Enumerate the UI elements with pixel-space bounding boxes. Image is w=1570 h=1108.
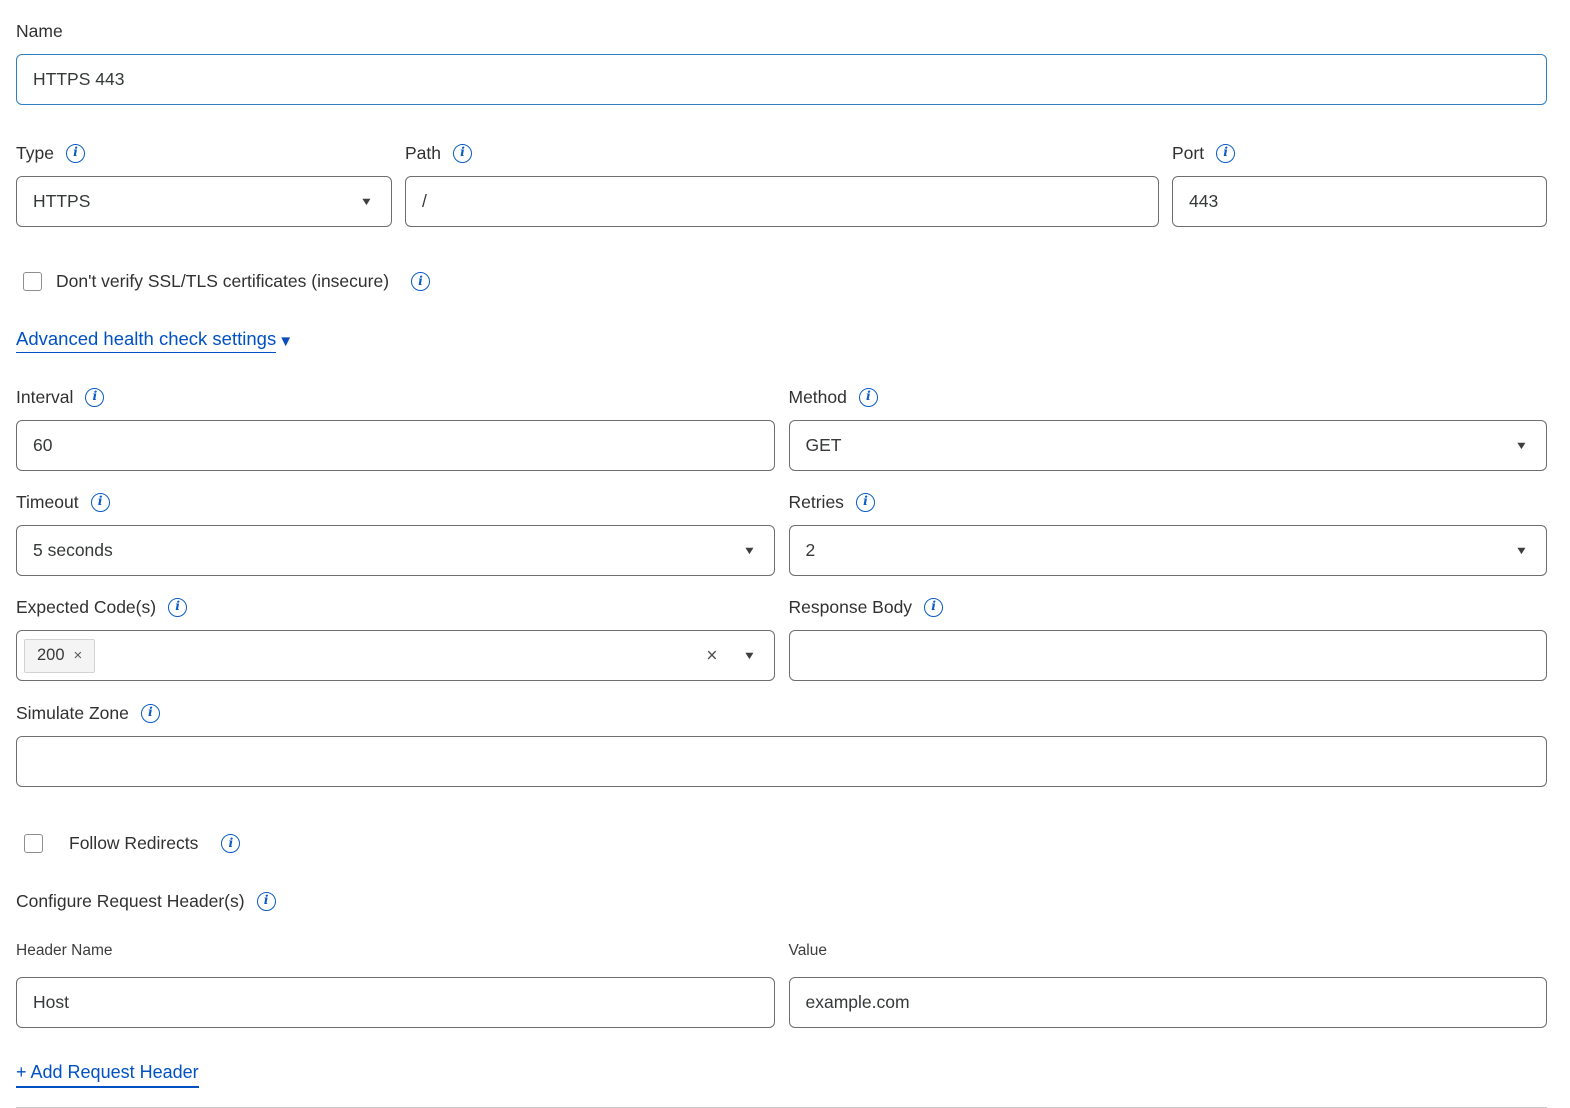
- expected-codes-info-icon[interactable]: i: [168, 598, 187, 617]
- interval-field: Interval i: [16, 386, 775, 471]
- type-select-value: HTTPS: [33, 191, 90, 212]
- clear-all-icon[interactable]: ×: [706, 646, 717, 665]
- path-input[interactable]: [405, 176, 1159, 227]
- method-field: Method i GET ▼: [789, 386, 1548, 471]
- retries-label-text: Retries: [789, 491, 844, 513]
- type-select[interactable]: HTTPS ▼: [16, 176, 392, 227]
- chevron-down-icon: ▼: [1515, 545, 1529, 557]
- path-label: Path i: [405, 142, 1159, 164]
- interval-label-text: Interval: [16, 386, 73, 408]
- follow-redirects-row: Follow Redirects i: [16, 833, 1547, 854]
- ssl-verify-row: Don't verify SSL/TLS certificates (insec…: [16, 271, 1547, 292]
- expected-codes-multiselect[interactable]: 200 × × ▼: [16, 630, 775, 681]
- follow-redirects-info-icon[interactable]: i: [221, 834, 240, 853]
- interval-label: Interval i: [16, 386, 775, 408]
- timeout-info-icon[interactable]: i: [91, 493, 110, 512]
- advanced-settings-link[interactable]: Advanced health check settings ▼: [16, 328, 293, 353]
- ssl-verify-info-icon[interactable]: i: [411, 272, 430, 291]
- tag-remove-icon[interactable]: ×: [74, 648, 83, 663]
- header-value-field: Value: [789, 941, 1548, 1028]
- response-body-label: Response Body i: [789, 596, 1548, 618]
- type-field: Type i HTTPS ▼: [16, 142, 392, 227]
- port-label-text: Port: [1172, 142, 1204, 164]
- port-field: Port i: [1172, 142, 1547, 227]
- type-label-text: Type: [16, 142, 54, 164]
- timeout-label-text: Timeout: [16, 491, 79, 513]
- timeout-select[interactable]: 5 seconds ▼: [16, 525, 775, 576]
- ssl-verify-checkbox[interactable]: [23, 272, 42, 291]
- name-label: Name: [16, 20, 1547, 42]
- follow-redirects-checkbox[interactable]: [24, 834, 43, 853]
- method-select[interactable]: GET ▼: [789, 420, 1548, 471]
- path-info-icon[interactable]: i: [453, 144, 472, 163]
- timeout-select-value: 5 seconds: [33, 540, 113, 561]
- triangle-down-icon: ▼: [278, 333, 293, 350]
- simulate-zone-label-text: Simulate Zone: [16, 702, 129, 724]
- health-check-form: { "form": { "name": { "label": "Name", "…: [0, 0, 1570, 1107]
- add-request-header-link-text: + Add Request Header: [16, 1062, 199, 1088]
- name-label-text: Name: [16, 20, 63, 42]
- header-value-input[interactable]: [789, 977, 1548, 1028]
- path-field: Path i: [405, 142, 1159, 227]
- request-headers-label-text: Configure Request Header(s): [16, 890, 245, 912]
- header-name-input[interactable]: [16, 977, 775, 1028]
- follow-redirects-label: Follow Redirects: [69, 833, 198, 854]
- header-value-label: Value: [789, 941, 1548, 961]
- type-info-icon[interactable]: i: [66, 144, 85, 163]
- expected-codes-label-text: Expected Code(s): [16, 596, 156, 618]
- method-select-value: GET: [806, 435, 842, 456]
- header-name-field: Header Name: [16, 941, 775, 1028]
- chevron-down-icon: ▼: [742, 545, 756, 557]
- retries-select-value: 2: [806, 540, 816, 561]
- simulate-zone-label: Simulate Zone i: [16, 702, 1547, 724]
- retries-info-icon[interactable]: i: [856, 493, 875, 512]
- method-info-icon[interactable]: i: [859, 388, 878, 407]
- path-label-text: Path: [405, 142, 441, 164]
- advanced-settings-link-text: Advanced health check settings: [16, 328, 276, 353]
- interval-input[interactable]: [16, 420, 775, 471]
- simulate-zone-input[interactable]: [16, 736, 1547, 787]
- expected-codes-label: Expected Code(s) i: [16, 596, 775, 618]
- name-input[interactable]: [16, 54, 1547, 105]
- timeout-field: Timeout i 5 seconds ▼: [16, 491, 775, 576]
- simulate-zone-field: Simulate Zone i: [16, 702, 1547, 787]
- chevron-down-icon: ▼: [1515, 440, 1529, 452]
- response-body-field: Response Body i: [789, 596, 1548, 681]
- chevron-down-icon[interactable]: ▼: [742, 650, 756, 662]
- timeout-label: Timeout i: [16, 491, 775, 513]
- request-headers-label: Configure Request Header(s) i: [16, 890, 1547, 912]
- header-name-label: Header Name: [16, 941, 775, 961]
- simulate-zone-info-icon[interactable]: i: [141, 704, 160, 723]
- response-body-input[interactable]: [789, 630, 1548, 681]
- add-request-header-link[interactable]: + Add Request Header: [16, 1062, 199, 1088]
- method-label-text: Method: [789, 386, 847, 408]
- request-headers-info-icon[interactable]: i: [257, 892, 276, 911]
- port-info-icon[interactable]: i: [1216, 144, 1235, 163]
- chevron-down-icon: ▼: [360, 196, 374, 208]
- expected-code-tag-text: 200: [37, 646, 65, 665]
- port-input[interactable]: [1172, 176, 1547, 227]
- retries-select[interactable]: 2 ▼: [789, 525, 1548, 576]
- method-label: Method i: [789, 386, 1548, 408]
- expected-code-tag: 200 ×: [24, 639, 95, 673]
- response-body-label-text: Response Body: [789, 596, 913, 618]
- expected-codes-field: Expected Code(s) i 200 × × ▼: [16, 596, 775, 681]
- ssl-verify-label: Don't verify SSL/TLS certificates (insec…: [56, 271, 389, 292]
- interval-info-icon[interactable]: i: [85, 388, 104, 407]
- response-body-info-icon[interactable]: i: [924, 598, 943, 617]
- type-label: Type i: [16, 142, 392, 164]
- port-label: Port i: [1172, 142, 1547, 164]
- retries-label: Retries i: [789, 491, 1548, 513]
- retries-field: Retries i 2 ▼: [789, 491, 1548, 576]
